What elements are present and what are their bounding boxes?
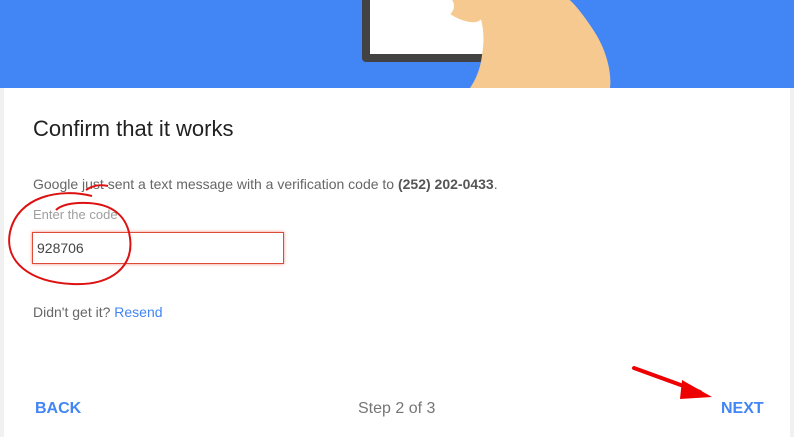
annotation-arrow-line bbox=[632, 366, 702, 394]
code-field-label: Enter the code bbox=[33, 207, 118, 222]
message-text: Google just sent a text message with a v… bbox=[33, 176, 398, 192]
header-banner bbox=[0, 0, 794, 88]
verification-message: Google just sent a text message with a v… bbox=[33, 176, 498, 192]
left-edge bbox=[0, 88, 4, 437]
annotation-arrow-head bbox=[680, 380, 712, 399]
message-end: . bbox=[493, 176, 498, 192]
phone-number: (252) 202-0433 bbox=[397, 176, 494, 192]
resend-link[interactable]: Resend bbox=[114, 304, 162, 320]
step-indicator: Step 2 of 3 bbox=[358, 400, 436, 417]
next-button[interactable]: NEXT bbox=[721, 400, 764, 418]
resend-prompt: Didn't get it? bbox=[33, 304, 115, 320]
right-edge bbox=[790, 88, 794, 437]
page-title: Confirm that it works bbox=[33, 116, 234, 141]
resend-row: Didn't get it? Resend bbox=[33, 304, 163, 320]
hand-holding-phone-icon bbox=[362, 0, 611, 88]
back-button[interactable]: BACK bbox=[35, 400, 81, 418]
verification-code-input[interactable] bbox=[32, 232, 284, 264]
